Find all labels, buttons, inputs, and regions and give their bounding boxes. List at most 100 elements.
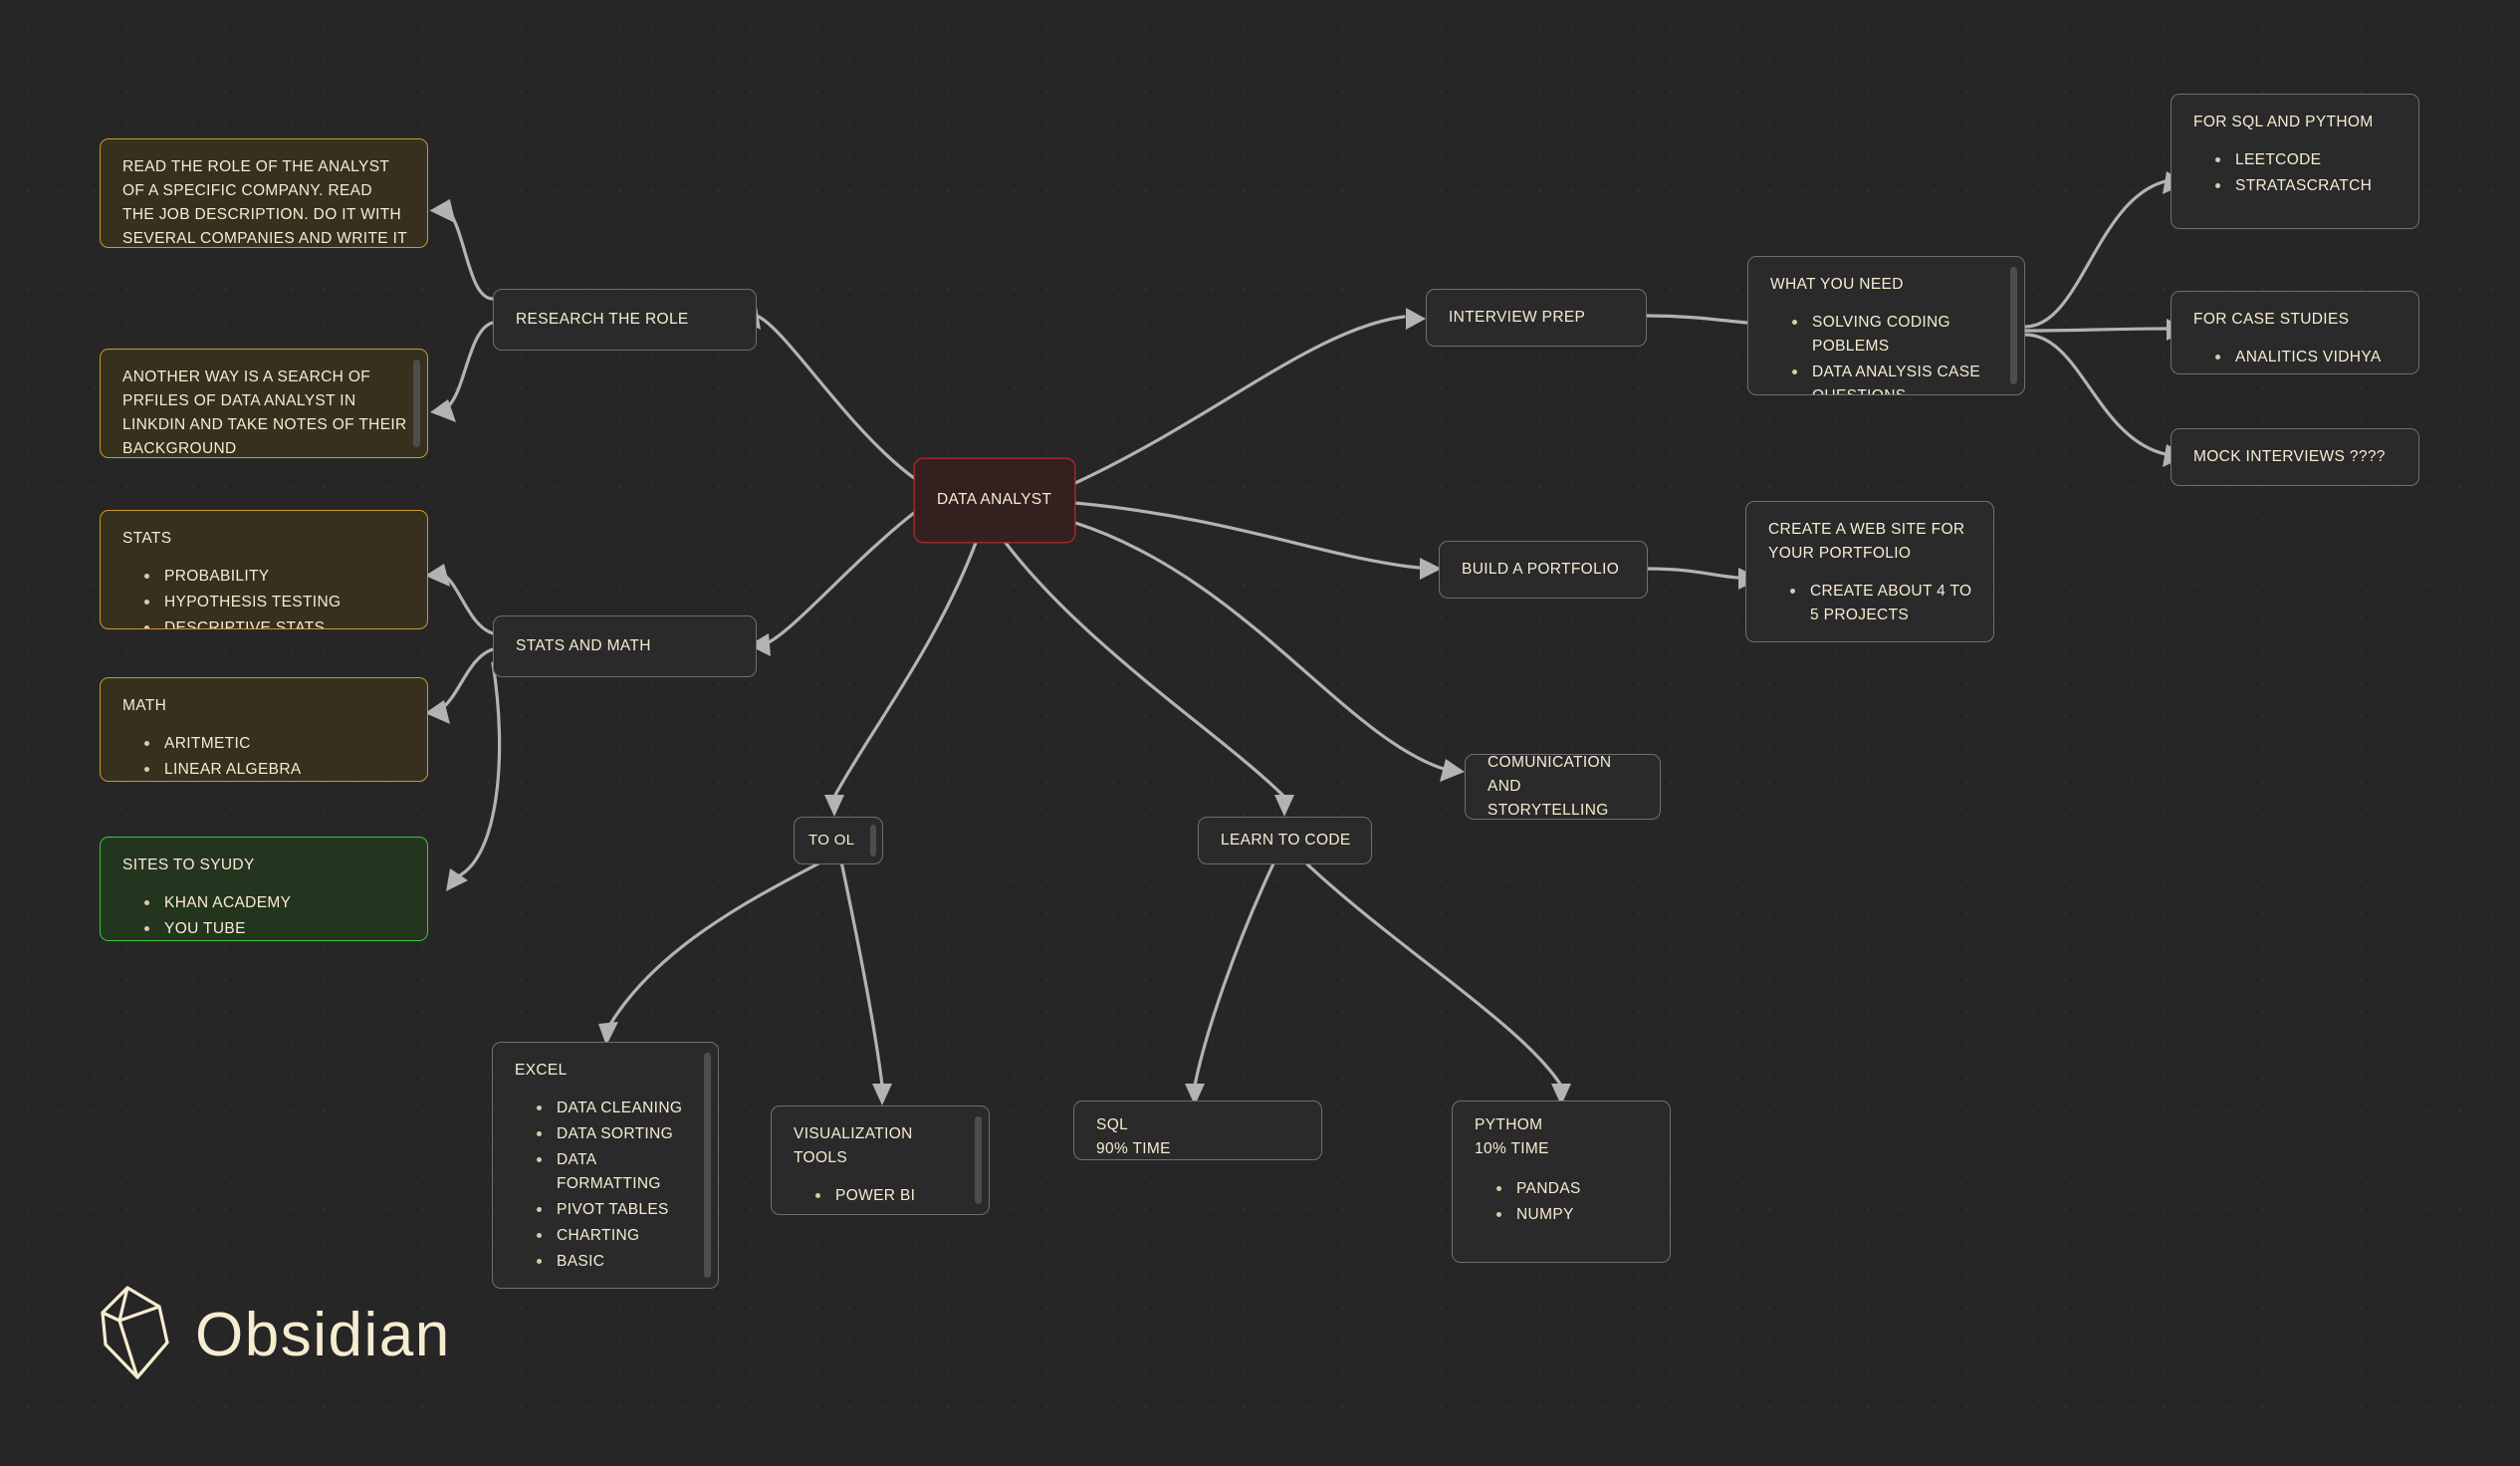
edge-arrow [425, 700, 450, 724]
list-item: ARITMETIC [142, 732, 407, 756]
node-stats[interactable]: STATS PROBABILITY HYPOTHESIS TESTING DES… [100, 510, 428, 629]
node-interview-prep[interactable]: INTERVIEW PREP [1426, 289, 1647, 347]
obsidian-crystal-icon [98, 1283, 173, 1387]
list-item: PIVOT TABLES [535, 1198, 698, 1222]
node-mock-interviews[interactable]: MOCK INTERVIEWS ???? [2171, 428, 2419, 486]
node-stats-and-math[interactable]: STATS AND MATH [493, 615, 757, 677]
node-tool[interactable]: TO OL [794, 817, 883, 864]
node-excel[interactable]: EXCEL DATA CLEANING DATA SORTING DATA FO… [492, 1042, 719, 1289]
edge-center-to-learntocode [1004, 541, 1286, 799]
node-title: VISUALIZATION TOOLS [794, 1125, 913, 1167]
edge-learntocode-to-python [1302, 859, 1563, 1088]
node-title: RESEARCH THE ROLE [516, 310, 689, 328]
node-communication-storytelling[interactable]: COMUNICATION AND STORYTELLING [1465, 754, 1661, 820]
list-item: POWER BI [813, 1184, 969, 1208]
edge-center-to-statsmath [767, 511, 916, 644]
node-title: COMUNICATION AND STORYTELLING [1488, 754, 1612, 820]
node-what-you-need[interactable]: WHAT YOU NEED SOLVING CODING POBLEMS DAT… [1747, 256, 2025, 395]
edge-research-to-anotherway [444, 321, 495, 410]
edge-whatyouneed-to-sqlpython [2023, 179, 2168, 329]
node-title: STATS AND MATH [516, 636, 651, 654]
edge-center-to-research [755, 314, 916, 480]
node-for-case-studies[interactable]: FOR CASE STUDIES ANALITICS VIDHYA [2171, 291, 2419, 374]
node-data-analyst[interactable]: DATA ANALYST [914, 458, 1075, 543]
node-scrollbar[interactable] [413, 360, 420, 447]
node-create-website[interactable]: CREATE A WEB SITE FOR YOUR PORTFOLIO CRE… [1745, 501, 1994, 642]
list-item: ANALITICS VIDHYA [2213, 346, 2399, 369]
list-item: HYPOTHESIS TESTING [142, 591, 407, 614]
list-item: LEETCODE [2213, 148, 2399, 172]
node-scrollbar[interactable] [870, 825, 876, 856]
node-scrollbar[interactable] [704, 1053, 711, 1278]
edge-tool-to-excel [607, 859, 824, 1028]
node-bullet-list: PROBABILITY HYPOTHESIS TESTING DESCRIPTI… [122, 565, 407, 628]
list-item: KHAN ACADEMY [142, 891, 407, 915]
node-title: STATS [122, 530, 172, 547]
list-item: CHARTING [535, 1224, 698, 1248]
edge-portfolio-to-website [1646, 567, 1739, 580]
node-scrollbar[interactable] [975, 1116, 982, 1204]
node-bullet-list: SOLVING CODING POBLEMS DATA ANALYSIS CAS… [1770, 311, 2004, 394]
edge-statsmath-to-math [439, 647, 495, 711]
node-bullet-list: DATA CLEANING DATA SORTING DATA FORMATTI… [515, 1097, 698, 1274]
node-bullet-list: LEETCODE STRATASCRATCH [2193, 148, 2399, 198]
node-sites-to-study[interactable]: SITES TO SYUDY KHAN ACADEMY YOU TUBE [100, 837, 428, 941]
edge-arrow [430, 399, 456, 422]
edge-research-to-readrole [444, 205, 495, 301]
node-title: TO OL [808, 832, 855, 849]
canvas-surface[interactable]: READ THE ROLE OF THE ANALYST OF A SPECIF… [0, 0, 2520, 1466]
node-learn-to-code[interactable]: LEARN TO CODE [1198, 817, 1372, 864]
node-python[interactable]: PYTHOM 10% TIME PANDAS NUMPY [1452, 1100, 1671, 1263]
node-title: LEARN TO CODE [1221, 832, 1351, 849]
node-title: DATA ANALYST [937, 491, 1052, 509]
node-title: WHAT YOU NEED [1770, 276, 1904, 293]
edge-arrow [824, 795, 844, 817]
node-build-a-portfolio[interactable]: BUILD A PORTFOLIO [1439, 541, 1648, 599]
node-bullet-list: CREATE ABOUT 4 TO 5 PROJECTS [1768, 580, 1973, 627]
node-math[interactable]: MATH ARITMETIC LINEAR ALGEBRA [100, 677, 428, 782]
node-research-the-role[interactable]: RESEARCH THE ROLE [493, 289, 757, 351]
list-item: DATA FORMATTING [535, 1148, 698, 1196]
edge-tool-to-visualization [839, 859, 884, 1088]
list-item: BASIC [535, 1250, 698, 1274]
node-bullet-list: PANDAS NUMPY [1475, 1177, 1650, 1227]
node-title: FOR CASE STUDIES [2193, 311, 2350, 328]
list-item: YOU TUBE [142, 917, 407, 940]
node-title: BUILD A PORTFOLIO [1462, 561, 1620, 578]
list-item: DESCRIPTIVE STATS [142, 616, 407, 628]
list-item: DATA SORTING [535, 1122, 698, 1146]
node-title: EXCEL [515, 1062, 568, 1079]
list-item: PROBABILITY [142, 565, 407, 589]
node-title: SITES TO SYUDY [122, 856, 255, 873]
edge-learntocode-to-sql [1193, 859, 1276, 1088]
edge-arrow [425, 564, 450, 587]
edge-arrow [1406, 308, 1426, 330]
list-item: DATA ANALYSIS CASE QUESTIONS [1790, 361, 2004, 394]
node-read-the-role[interactable]: READ THE ROLE OF THE ANALYST OF A SPECIF… [100, 138, 428, 248]
list-item: CREATE ABOUT 4 TO 5 PROJECTS [1788, 580, 1973, 627]
node-another-way[interactable]: ANOTHER WAY IS A SEARCH OF PRFILES OF DA… [100, 349, 428, 458]
node-title: PYTHOM 10% TIME [1475, 1116, 1549, 1158]
list-item: PANDAS [1494, 1177, 1650, 1201]
node-bullet-list: ARITMETIC LINEAR ALGEBRA [122, 732, 407, 781]
node-for-sql-and-python[interactable]: FOR SQL AND PYTHOM LEETCODE STRATASCRATC… [2171, 94, 2419, 229]
edge-arrow [872, 1084, 892, 1105]
edge-arrow [446, 868, 468, 891]
node-bullet-list: ANALITICS VIDHYA [2193, 346, 2399, 369]
edge-center-to-portfolio [1073, 501, 1421, 570]
edge-center-to-communication [1073, 521, 1446, 771]
edge-whatyouneed-to-mock [2023, 333, 2168, 456]
node-sql[interactable]: SQL 90% TIME [1073, 1100, 1322, 1160]
node-visualization-tools[interactable]: VISUALIZATION TOOLS POWER BI [771, 1105, 990, 1215]
obsidian-watermark: Obsidian [98, 1283, 451, 1387]
list-item: STRATASCRATCH [2213, 174, 2399, 198]
node-title: SQL 90% TIME [1096, 1116, 1171, 1158]
node-title: ANOTHER WAY IS A SEARCH OF PRFILES OF DA… [122, 368, 407, 458]
node-title: MOCK INTERVIEWS ???? [2193, 448, 2386, 465]
node-bullet-list: KHAN ACADEMY YOU TUBE [122, 891, 407, 940]
edge-center-to-tool [832, 541, 978, 799]
edge-arrow [1274, 795, 1294, 817]
edge-interviewprep-to-whatyouneed [1645, 314, 1749, 325]
list-item: SOLVING CODING POBLEMS [1790, 311, 2004, 359]
node-scrollbar[interactable] [2010, 267, 2017, 384]
